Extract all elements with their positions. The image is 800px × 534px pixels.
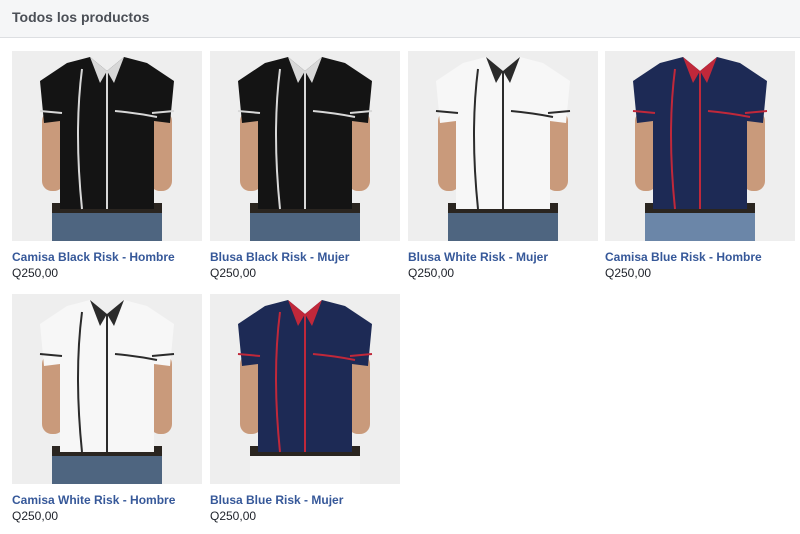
- product-price: Q250,00: [210, 266, 257, 280]
- product-image[interactable]: [12, 51, 202, 241]
- product-image[interactable]: [605, 51, 795, 241]
- product-name-link[interactable]: Blusa Black Risk - Mujer: [210, 250, 410, 264]
- product-image[interactable]: [210, 294, 400, 484]
- product-price: Q250,00: [408, 266, 455, 280]
- shirt-illustration: [408, 51, 598, 241]
- product-price: Q250,00: [605, 266, 652, 280]
- shirt-illustration: [12, 51, 202, 241]
- product-name-link[interactable]: Camisa Blue Risk - Hombre: [605, 250, 800, 264]
- shirt-illustration: [210, 51, 400, 241]
- product-price: Q250,00: [12, 266, 59, 280]
- shirt-illustration: [210, 294, 400, 484]
- product-name-link[interactable]: Camisa White Risk - Hombre: [12, 493, 212, 507]
- product-image[interactable]: [210, 51, 400, 241]
- product-name-link[interactable]: Camisa Black Risk - Hombre: [12, 250, 212, 264]
- section-title: Todos los productos: [12, 9, 150, 25]
- product-image[interactable]: [408, 51, 598, 241]
- product-name-link[interactable]: Blusa White Risk - Mujer: [408, 250, 608, 264]
- shirt-illustration: [605, 51, 795, 241]
- product-price: Q250,00: [12, 509, 59, 523]
- section-header: Todos los productos: [0, 0, 800, 38]
- product-name-link[interactable]: Blusa Blue Risk - Mujer: [210, 493, 410, 507]
- product-image[interactable]: [12, 294, 202, 484]
- shirt-illustration: [12, 294, 202, 484]
- product-price: Q250,00: [210, 509, 257, 523]
